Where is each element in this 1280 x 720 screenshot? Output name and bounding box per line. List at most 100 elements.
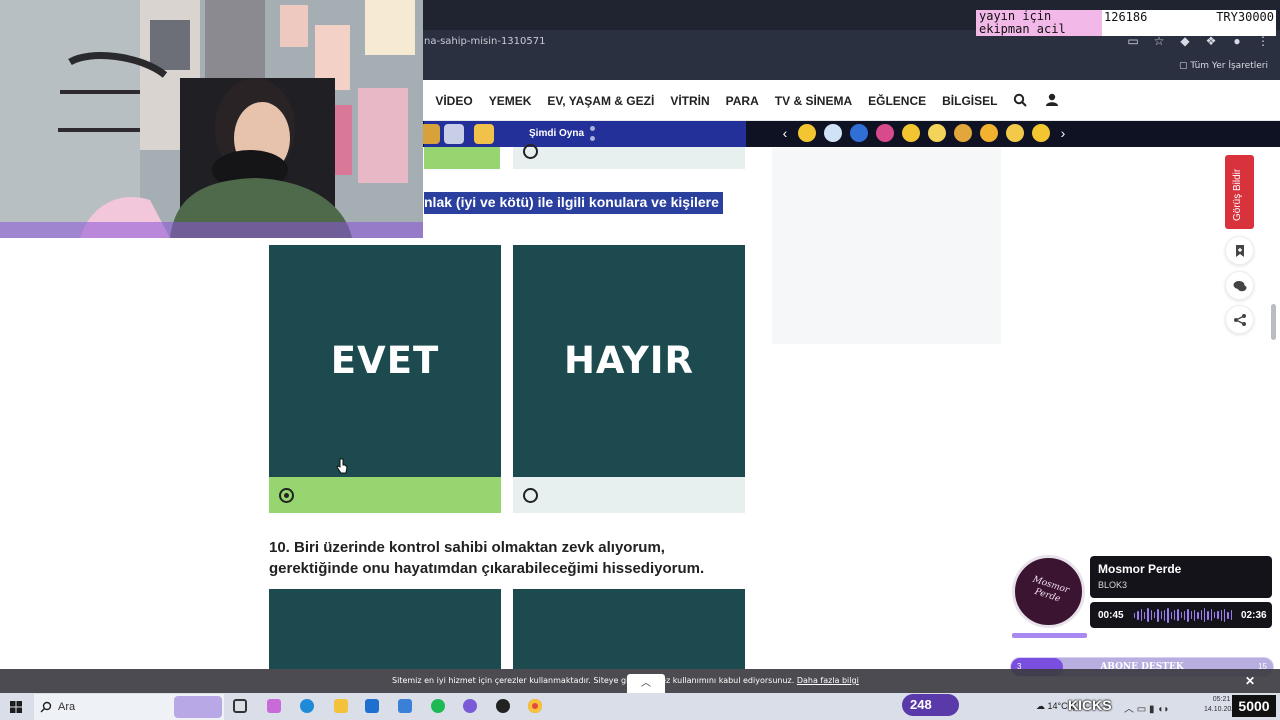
app-settings-icon[interactable]: [398, 699, 412, 713]
outlook-icon[interactable]: [365, 699, 379, 713]
waveform-bar: [1220, 609, 1222, 621]
audio-waveform: [1134, 607, 1232, 623]
chrome-icon[interactable]: [528, 699, 542, 713]
waveform-bar: [1150, 610, 1152, 620]
weather-temp: 14°C: [1047, 701, 1068, 711]
waveform-bar: [1140, 609, 1142, 621]
play-now-button[interactable]: Şimdi Oyna: [529, 128, 584, 139]
disc-text: Mosmor Perde: [1031, 574, 1071, 605]
cast-icon[interactable]: ▭: [1126, 34, 1140, 48]
answer-card-q10-no[interactable]: [513, 589, 745, 669]
hand-cursor-icon: [336, 458, 348, 474]
taskbar-search-placeholder: Ara: [58, 701, 76, 713]
cookie-more-info-link[interactable]: Daha fazla bilgi: [797, 676, 859, 685]
extension-badge-icon[interactable]: ◆: [1178, 34, 1192, 48]
waveform-bar: [1173, 610, 1176, 620]
waveform-bar: [1223, 608, 1226, 622]
waveform-bar: [1170, 611, 1172, 619]
prev-option-no-strip[interactable]: [513, 147, 745, 169]
nav-item-ev-yasam-gezi[interactable]: EV, YAŞAM & GEZİ: [547, 94, 654, 108]
more-dots-icon[interactable]: [590, 126, 596, 142]
album-disc: Mosmor Perde: [1012, 555, 1085, 628]
answer-no-radio[interactable]: [523, 488, 538, 503]
search-icon[interactable]: [1013, 93, 1027, 107]
extensions-icon[interactable]: ❖: [1204, 34, 1218, 48]
obs-icon[interactable]: [496, 699, 510, 713]
waveform-bar: [1157, 608, 1159, 622]
game-promo-strip[interactable]: [424, 121, 746, 147]
comments-button[interactable]: [1225, 271, 1254, 300]
nav-item-eglence[interactable]: EĞLENCE: [868, 94, 926, 108]
emoji-heart-eyes-icon[interactable]: [980, 124, 998, 142]
nav-item-para[interactable]: PARA: [726, 94, 759, 108]
profile-icon[interactable]: ●: [1230, 34, 1244, 48]
waveform-bar: [1183, 610, 1186, 620]
user-icon[interactable]: [1045, 93, 1059, 107]
share-button[interactable]: [1225, 305, 1254, 334]
emoji-glasses-icon[interactable]: [928, 124, 946, 142]
donation-message: yayın için ekipman acil: [976, 10, 1102, 36]
game-thumb-icon[interactable]: [420, 124, 440, 144]
answer-no-select-row[interactable]: [513, 477, 745, 513]
page-scrollbar[interactable]: [1271, 304, 1276, 340]
total-time: 02:36: [1241, 610, 1267, 621]
emoji-sad-icon[interactable]: [1006, 124, 1024, 142]
chevron-right-icon[interactable]: ›: [1058, 125, 1068, 141]
search-icon: [40, 701, 52, 713]
task-view-icon[interactable]: [233, 699, 247, 713]
waveform-bar: [1187, 608, 1189, 622]
chevron-left-icon[interactable]: ‹: [780, 125, 790, 141]
emoji-badge-icon[interactable]: [850, 124, 868, 142]
feedback-button[interactable]: Görüş Bildir: [1225, 155, 1254, 229]
elapsed-time: 00:45: [1098, 610, 1124, 621]
url-text[interactable]: na-sahip-misin-1310571: [424, 36, 545, 47]
prev-option-no-radio[interactable]: [523, 144, 538, 159]
kick-count: 5000: [1232, 695, 1276, 717]
waveform-bar: [1210, 609, 1212, 621]
emoji-smile-icon[interactable]: [1032, 124, 1050, 142]
answer-card-yes[interactable]: EVET: [269, 245, 501, 477]
waveform-bar: [1177, 609, 1179, 621]
emoji-crown-icon[interactable]: [902, 124, 920, 142]
waveform-bar: [1190, 611, 1192, 619]
emoji-neutral-icon[interactable]: [954, 124, 972, 142]
nav-item-tv-sinema[interactable]: TV & SİNEMA: [775, 94, 852, 108]
copilot-icon[interactable]: [267, 699, 281, 713]
edge-icon[interactable]: [300, 699, 314, 713]
prev-option-yes-strip[interactable]: [424, 147, 500, 169]
game-thumb-icon[interactable]: [474, 124, 494, 144]
feedback-label: Görüş Bildir: [1232, 168, 1243, 221]
game-thumb-icon[interactable]: [444, 124, 464, 144]
answer-card-q10-yes[interactable]: [269, 589, 501, 669]
menu-icon[interactable]: ⋮: [1256, 34, 1270, 48]
bookmark-button[interactable]: [1225, 236, 1254, 265]
cookie-close-button[interactable]: ✕: [1245, 674, 1255, 688]
waveform-bar: [1180, 612, 1182, 618]
browser-toolbar-icons: ▭ ☆ ◆ ❖ ● ⋮: [1126, 34, 1270, 48]
webcam-overlay: [0, 0, 423, 238]
nav-item-video[interactable]: VİDEO: [435, 94, 472, 108]
answer-yes-select-row[interactable]: [269, 477, 501, 513]
bookmark-plus-icon: [1236, 245, 1244, 257]
emoji-wow-icon[interactable]: [876, 124, 894, 142]
scroll-up-button[interactable]: ︿: [627, 674, 665, 693]
nav-item-vitrin[interactable]: VİTRİN: [670, 94, 709, 108]
windows-start-icon[interactable]: [10, 701, 22, 713]
answer-yes-radio[interactable]: [279, 488, 294, 503]
nav-item-yemek[interactable]: YEMEK: [489, 94, 532, 108]
all-bookmarks-button[interactable]: ▢ Tüm Yer İşaretleri: [1179, 61, 1268, 71]
emoji-laugh-icon[interactable]: [798, 124, 816, 142]
search-highlight-icon[interactable]: [174, 696, 222, 718]
waveform-bar: [1207, 610, 1209, 620]
discord-icon[interactable]: [463, 699, 477, 713]
file-explorer-icon[interactable]: [334, 699, 348, 713]
emoji-snowflake-icon[interactable]: [824, 124, 842, 142]
answer-card-no[interactable]: HAYIR: [513, 245, 745, 477]
star-icon[interactable]: ☆: [1152, 34, 1166, 48]
nav-item-bilgisel[interactable]: BİLGİSEL: [942, 94, 997, 108]
song-artist: BLOK3: [1098, 580, 1128, 590]
tray-icons[interactable]: ︿ ▭ ▮ ◖◗: [1124, 700, 1169, 715]
ad-placeholder: [772, 148, 1001, 344]
comments-icon: [1233, 281, 1247, 292]
spotify-icon[interactable]: [431, 699, 445, 713]
